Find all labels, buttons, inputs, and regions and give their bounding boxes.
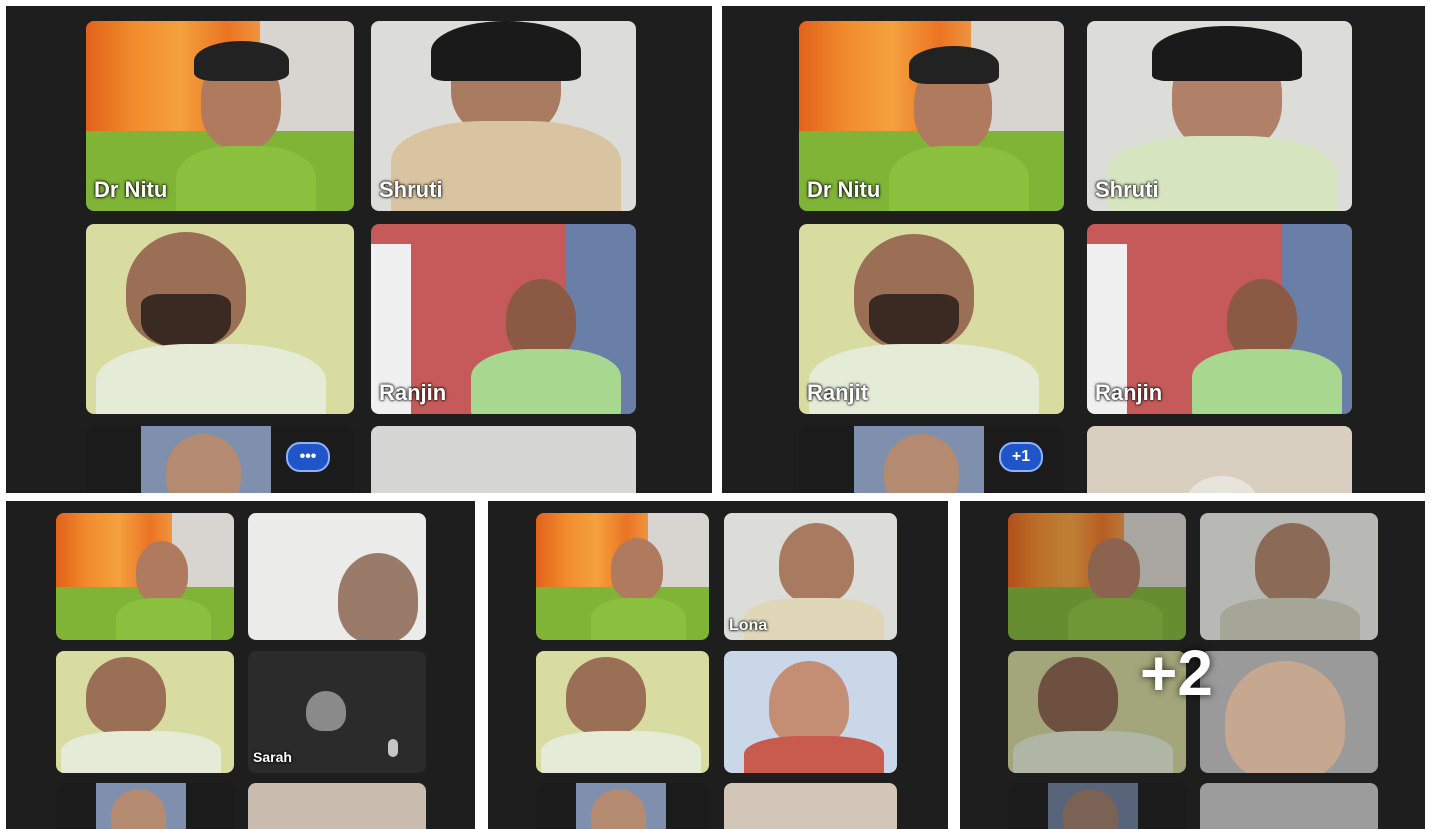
- self-view-tile[interactable]: [536, 783, 709, 829]
- self-view-tile[interactable]: [56, 783, 234, 829]
- video-tile[interactable]: [1200, 783, 1378, 829]
- participant-name: Ranjin: [379, 380, 447, 405]
- additional-participants-count: +2: [1140, 637, 1213, 709]
- more-participants-button[interactable]: +1: [999, 442, 1043, 472]
- video-tile[interactable]: [371, 426, 636, 493]
- video-tile[interactable]: [86, 224, 354, 414]
- video-tile[interactable]: [56, 651, 234, 773]
- meeting-screenshot-3: Sarah: [6, 501, 475, 829]
- self-view-tile[interactable]: [1008, 783, 1186, 829]
- video-tile[interactable]: [248, 783, 426, 829]
- meeting-screenshot-1: Dr Nitu Shruti Ranjin •••: [6, 6, 712, 493]
- video-tile[interactable]: [1200, 513, 1378, 640]
- video-tile[interactable]: Sarah: [248, 651, 426, 773]
- video-tile[interactable]: Dr Nitu: [799, 21, 1064, 211]
- video-tile[interactable]: [1087, 426, 1352, 493]
- video-tile[interactable]: Dr Nitu: [86, 21, 354, 211]
- video-tile[interactable]: [56, 513, 234, 640]
- participant-name: Dr Nitu: [807, 177, 881, 202]
- video-tile[interactable]: Lona: [724, 513, 897, 640]
- self-view-tile[interactable]: •••: [86, 426, 354, 493]
- video-tile[interactable]: Ranjin: [1087, 224, 1352, 414]
- video-tile[interactable]: [1008, 513, 1186, 640]
- video-tile[interactable]: Ranjit: [799, 224, 1064, 414]
- more-participants-button[interactable]: •••: [286, 442, 330, 472]
- video-tile[interactable]: [536, 513, 709, 640]
- mic-icon: [388, 739, 398, 757]
- video-tile[interactable]: Shruti: [371, 21, 636, 211]
- participant-name: Ranjit: [807, 380, 869, 405]
- video-tile[interactable]: [248, 513, 426, 640]
- participant-name: Shruti: [379, 177, 443, 202]
- video-tile[interactable]: Shruti: [1087, 21, 1352, 211]
- video-tile[interactable]: [724, 651, 897, 773]
- meeting-screenshot-5: +2: [960, 501, 1425, 829]
- participant-name: Sarah: [253, 749, 292, 765]
- meeting-screenshot-2: Dr Nitu Shruti Ranjit Ranjin +1: [722, 6, 1425, 493]
- self-view-tile[interactable]: +1: [799, 426, 1064, 493]
- video-tile[interactable]: [536, 651, 709, 773]
- participant-name: Shruti: [1095, 177, 1159, 202]
- participant-name: Dr Nitu: [94, 177, 168, 202]
- video-tile[interactable]: [724, 783, 897, 829]
- participant-name: Lona: [729, 617, 768, 634]
- video-tile[interactable]: Ranjin: [371, 224, 636, 414]
- video-tile[interactable]: [1200, 651, 1378, 773]
- participant-name: Ranjin: [1095, 380, 1163, 405]
- meeting-screenshot-4: Lona: [488, 501, 948, 829]
